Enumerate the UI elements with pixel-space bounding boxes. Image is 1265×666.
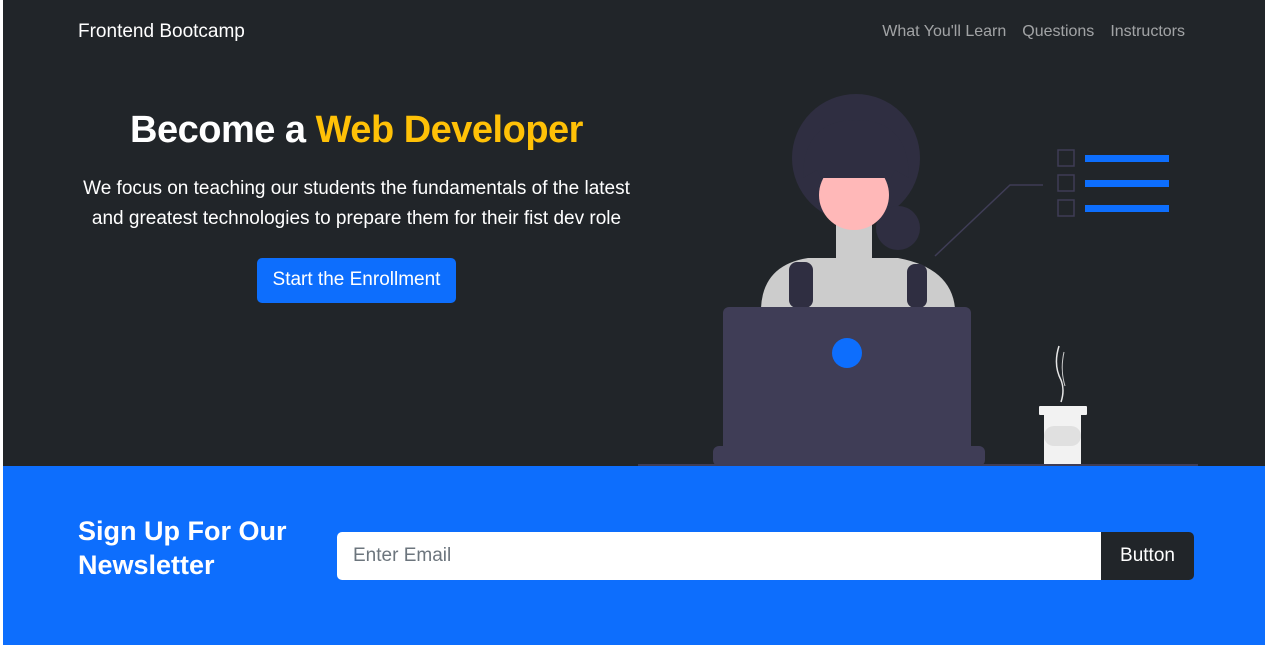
newsletter-section: Sign Up For Our Newsletter Button xyxy=(3,466,1265,645)
nav-link-instructors[interactable]: Instructors xyxy=(1110,23,1185,41)
nav-link-questions[interactable]: Questions xyxy=(1022,23,1094,41)
start-enrollment-button[interactable]: Start the Enrollment xyxy=(256,258,457,303)
newsletter-title: Sign Up For Our Newsletter xyxy=(78,516,287,580)
hero-text: Become a Web Developer We focus on teach… xyxy=(78,106,635,303)
nav-link-what-youll-learn[interactable]: What You'll Learn xyxy=(882,23,1006,41)
hero-description: We focus on teaching our students the fu… xyxy=(83,178,630,229)
subscribe-button[interactable]: Button xyxy=(1101,532,1194,580)
brand-link[interactable]: Frontend Bootcamp xyxy=(78,21,245,43)
newsletter-form: Button xyxy=(337,532,1194,580)
woman-at-laptop-illustration xyxy=(638,94,1198,466)
nav-links: What You'll Learn Questions Instructors xyxy=(882,23,1185,41)
page: Frontend Bootcamp What You'll Learn Ques… xyxy=(3,0,1265,666)
hero-title-prefix: Become a xyxy=(130,109,316,151)
hero-section: Frontend Bootcamp What You'll Learn Ques… xyxy=(3,0,1265,466)
email-input[interactable] xyxy=(337,532,1101,580)
navbar: Frontend Bootcamp What You'll Learn Ques… xyxy=(3,0,1265,66)
hero-title-accent: Web Developer xyxy=(315,109,584,151)
hero-title: Become a Web Developer xyxy=(78,106,635,154)
